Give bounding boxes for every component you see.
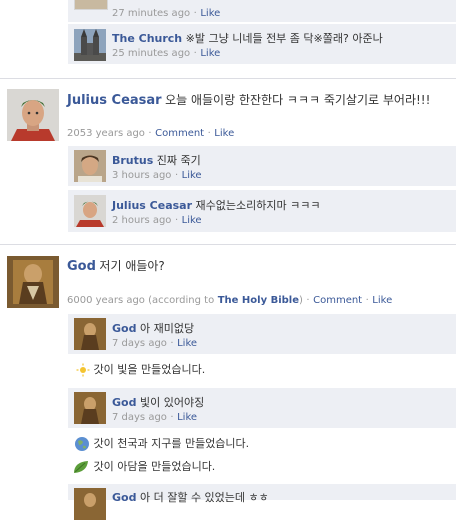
sun-icon bbox=[76, 363, 90, 377]
like-link[interactable]: Like bbox=[200, 48, 220, 59]
post-author[interactable]: God bbox=[67, 259, 96, 274]
comment-link[interactable]: Comment bbox=[155, 128, 204, 139]
comment-time: 25 minutes ago bbox=[112, 48, 191, 59]
separator: · bbox=[174, 215, 179, 226]
comment-box: God 빛이 있어야징 7 days ago · Like bbox=[68, 388, 456, 428]
god-avatar[interactable] bbox=[74, 392, 106, 424]
comment-time: 27 minutes ago bbox=[112, 8, 191, 19]
comment-time: 3 hours ago bbox=[112, 170, 172, 181]
post-divider bbox=[0, 244, 456, 245]
comment-box: Julius Ceasar 재수없는소리하지마 ㅋㅋㅋ 2 hours ago … bbox=[68, 190, 456, 232]
post-divider bbox=[0, 78, 456, 79]
comment-box: The Church ※발 그냥 니네들 전부 좀 닥※쫄래? 아준나 25 m… bbox=[68, 24, 456, 64]
comment-time: 7 days ago bbox=[112, 412, 167, 423]
like-link[interactable]: Like bbox=[177, 412, 197, 423]
comment-text: 빛이 있어야징 bbox=[139, 396, 205, 409]
comment-text: 아 더 잘할 수 있었는데 ㅎㅎ bbox=[139, 491, 269, 504]
leaf-icon bbox=[74, 461, 88, 473]
church-avatar[interactable] bbox=[74, 29, 106, 61]
separator: · bbox=[174, 170, 179, 181]
commenter-name[interactable]: God bbox=[112, 322, 136, 335]
comment-link[interactable]: Comment bbox=[313, 295, 362, 306]
post-text: 저기 애들아? bbox=[99, 259, 165, 273]
god-avatar[interactable] bbox=[7, 256, 59, 308]
like-link[interactable]: Like bbox=[372, 295, 392, 306]
comment-time: 2 hours ago bbox=[112, 215, 172, 226]
activity-text: 갓이 빛을 만들었습니다. bbox=[93, 363, 206, 376]
comment-text: 재수없는소리하지마 ㅋㅋㅋ bbox=[195, 199, 321, 212]
separator: · bbox=[306, 295, 310, 306]
activity-text: 갓이 천국과 지구를 만들었습니다. bbox=[93, 437, 250, 450]
comment-box: 27 minutes ago · Like bbox=[68, 0, 456, 22]
like-link[interactable]: Like bbox=[177, 338, 197, 349]
commenter-name[interactable]: God bbox=[112, 491, 136, 504]
separator: · bbox=[193, 8, 197, 19]
comment-box: God 아 더 잘할 수 있었는데 ㅎㅎ bbox=[68, 484, 456, 520]
like-link[interactable]: Like bbox=[182, 170, 202, 181]
caesar-avatar[interactable] bbox=[74, 195, 106, 227]
comment-text: 진짜 죽기 bbox=[156, 154, 201, 167]
activity-text: 갓이 아담을 만들었습니다. bbox=[93, 460, 216, 473]
source-link[interactable]: The Holy Bible bbox=[218, 295, 299, 306]
commenter-name[interactable]: The Church bbox=[112, 32, 182, 45]
god-avatar[interactable] bbox=[74, 318, 106, 350]
comment-text: 아 재미없당 bbox=[139, 322, 195, 335]
comment-text: ※발 그냥 니네들 전부 좀 닥※쫄래? 아준나 bbox=[185, 32, 383, 45]
separator: · bbox=[170, 338, 174, 349]
separator: · bbox=[207, 128, 211, 139]
god-avatar[interactable] bbox=[74, 488, 106, 520]
post-time-close: ) bbox=[299, 295, 303, 306]
commenter-name[interactable]: Julius Ceasar bbox=[112, 199, 192, 212]
like-link[interactable]: Like bbox=[214, 128, 234, 139]
separator: · bbox=[148, 128, 152, 139]
commenter-name[interactable]: God bbox=[112, 396, 136, 409]
separator: · bbox=[170, 412, 174, 423]
commenter-name[interactable]: Brutus bbox=[112, 154, 153, 167]
post-text: 오늘 애들이랑 한잔한다 ㅋㅋㅋ 죽기살기로 부어라!!! bbox=[165, 93, 431, 107]
separator: · bbox=[193, 48, 197, 59]
like-link[interactable]: Like bbox=[182, 215, 202, 226]
comment-box: Brutus 진짜 죽기 3 hours ago · Like bbox=[68, 146, 456, 186]
comment-box: God 아 재미없당 7 days ago · Like bbox=[68, 314, 456, 354]
post-time: 6000 years ago (according to bbox=[67, 295, 215, 306]
comment-time: 7 days ago bbox=[112, 338, 167, 349]
caesar-avatar[interactable] bbox=[7, 89, 59, 141]
brutus-avatar[interactable] bbox=[74, 150, 106, 182]
separator: · bbox=[365, 295, 369, 306]
post-time: 2053 years ago bbox=[67, 128, 145, 139]
like-link[interactable]: Like bbox=[200, 8, 220, 19]
post-author[interactable]: Julius Ceasar bbox=[67, 93, 162, 108]
globe-icon bbox=[75, 437, 89, 451]
avatar[interactable] bbox=[74, 0, 108, 10]
